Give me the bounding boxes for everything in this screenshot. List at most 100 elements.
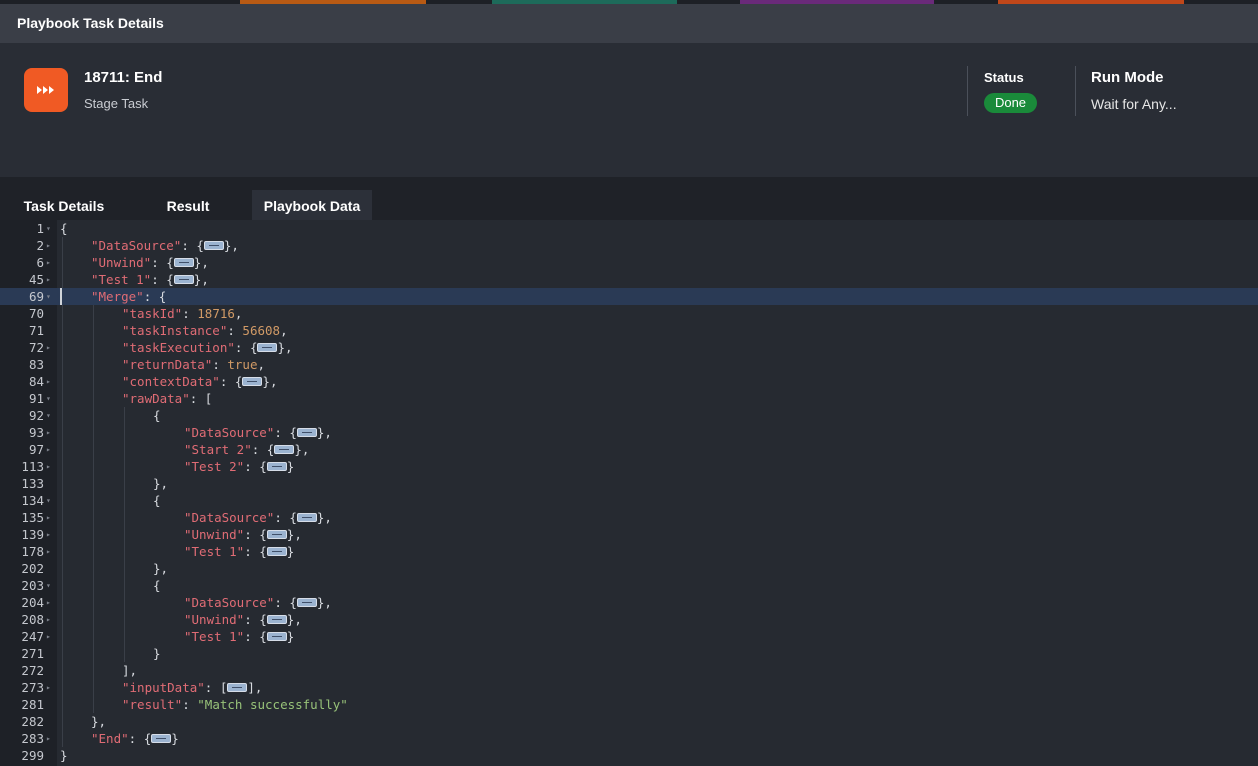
code-line[interactable]: 45 ▸ "Test 1": {}, xyxy=(0,271,1258,288)
fold-closed-icon[interactable]: ▸ xyxy=(46,730,54,747)
fold-closed-icon[interactable]: ▸ xyxy=(46,594,54,611)
code-line[interactable]: 178 ▸ "Test 1": {} xyxy=(0,543,1258,560)
fold-open-icon[interactable]: ▾ xyxy=(46,577,54,594)
code-token: }, xyxy=(286,527,302,542)
code-line[interactable]: 83 "returnData": true, xyxy=(0,356,1258,373)
code-line[interactable]: 2 ▸ "DataSource": {}, xyxy=(0,237,1258,254)
line-number: 204 xyxy=(21,595,44,610)
code-line[interactable]: 271} xyxy=(0,645,1258,662)
code-token: } xyxy=(153,646,161,661)
code-line[interactable]: 282}, xyxy=(0,713,1258,730)
code-line[interactable]: 247 ▸ "Test 1": {} xyxy=(0,628,1258,645)
fold-open-icon[interactable]: ▾ xyxy=(46,288,54,305)
fold-closed-icon[interactable]: ▸ xyxy=(46,373,54,390)
fold-closed-icon[interactable]: ▸ xyxy=(46,458,54,475)
code-line[interactable]: 92 ▾ { xyxy=(0,407,1258,424)
code-token: : { xyxy=(251,442,275,457)
code-line[interactable]: 69 ▾ "Merge": { xyxy=(0,288,1258,305)
code-text: { xyxy=(153,407,161,424)
code-line[interactable]: 135 ▸ "DataSource": {}, xyxy=(0,509,1258,526)
fold-open-icon[interactable]: ▾ xyxy=(46,220,54,237)
code-line[interactable]: 71 "taskInstance": 56608, xyxy=(0,322,1258,339)
task-header: 18711: End Stage Task Status Done Run Mo… xyxy=(0,43,1258,177)
folded-block-widget[interactable] xyxy=(266,462,287,471)
fold-closed-icon[interactable]: ▸ xyxy=(46,611,54,628)
code-line[interactable]: 281 "result": "Match successfully" xyxy=(0,696,1258,713)
code-line[interactable]: 273 ▸ "inputData": [], xyxy=(0,679,1258,696)
code-line[interactable]: 6 ▸ "Unwind": {}, xyxy=(0,254,1258,271)
code-line[interactable]: 203 ▾ { xyxy=(0,577,1258,594)
line-number: 178 xyxy=(21,544,44,559)
folded-block-widget[interactable] xyxy=(266,530,287,539)
fold-closed-icon[interactable]: ▸ xyxy=(46,254,54,271)
folded-block-widget[interactable] xyxy=(173,258,194,267)
fold-closed-icon[interactable]: ▸ xyxy=(46,339,54,356)
folded-block-widget[interactable] xyxy=(266,632,287,641)
code-line[interactable]: 113 ▸ "Test 2": {} xyxy=(0,458,1258,475)
code-line[interactable]: 72 ▸ "taskExecution": {}, xyxy=(0,339,1258,356)
run-mode-label: Run Mode xyxy=(1091,69,1164,86)
folded-block-widget[interactable] xyxy=(242,377,263,386)
code-line[interactable]: 202}, xyxy=(0,560,1258,577)
code-line[interactable]: 1 ▾ { xyxy=(0,220,1258,237)
code-line[interactable]: 91 ▾ "rawData": [ xyxy=(0,390,1258,407)
code-text: "DataSource": {}, xyxy=(184,594,332,611)
task-title: 18711: End xyxy=(84,69,163,86)
tab-result[interactable]: Result xyxy=(154,190,222,220)
code-line[interactable]: 134 ▾ { xyxy=(0,492,1258,509)
code-token: }, xyxy=(294,442,310,457)
fold-closed-icon[interactable]: ▸ xyxy=(46,509,54,526)
code-token: "Unwind" xyxy=(91,255,152,270)
code-token: }, xyxy=(153,476,169,491)
code-token: : { xyxy=(274,510,297,525)
code-line[interactable]: 299} xyxy=(0,747,1258,764)
fold-closed-icon[interactable]: ▸ xyxy=(46,543,54,560)
code-line[interactable]: 139 ▸ "Unwind": {}, xyxy=(0,526,1258,543)
code-token: : { xyxy=(128,731,152,746)
line-number: 134 xyxy=(21,493,44,508)
code-line[interactable]: 204 ▸ "DataSource": {}, xyxy=(0,594,1258,611)
fold-open-icon[interactable]: ▾ xyxy=(46,492,54,509)
line-number: 139 xyxy=(21,527,44,542)
fold-open-icon[interactable]: ▾ xyxy=(46,407,54,424)
line-number: 97 xyxy=(28,442,44,457)
folded-block-widget[interactable] xyxy=(257,343,278,352)
fold-open-icon[interactable]: ▾ xyxy=(46,390,54,407)
code-line[interactable]: 133}, xyxy=(0,475,1258,492)
code-line[interactable]: 84 ▸ "contextData": {}, xyxy=(0,373,1258,390)
code-line[interactable]: 283 ▸ "End": {} xyxy=(0,730,1258,747)
line-number: 6 xyxy=(36,255,44,270)
folded-block-widget[interactable] xyxy=(266,547,287,556)
code-token: } xyxy=(60,748,68,763)
fold-closed-icon[interactable]: ▸ xyxy=(46,679,54,696)
folded-block-widget[interactable] xyxy=(266,615,287,624)
code-text: ], xyxy=(122,662,137,679)
folded-block-widget[interactable] xyxy=(151,734,172,743)
code-text: }, xyxy=(153,560,168,577)
folded-block-widget[interactable] xyxy=(296,428,317,437)
folded-block-widget[interactable] xyxy=(203,241,224,250)
tab-task-details[interactable]: Task Details xyxy=(13,190,115,220)
tab-playbook-data[interactable]: Playbook Data xyxy=(252,190,372,220)
code-text: }, xyxy=(91,713,106,730)
fold-closed-icon[interactable]: ▸ xyxy=(46,237,54,254)
code-token: } xyxy=(286,459,295,474)
code-line[interactable]: 97 ▸ "Start 2": {}, xyxy=(0,441,1258,458)
fold-closed-icon[interactable]: ▸ xyxy=(46,628,54,645)
folded-block-widget[interactable] xyxy=(274,445,295,454)
folded-block-widget[interactable] xyxy=(296,513,317,522)
code-line[interactable]: 93 ▸ "DataSource": {}, xyxy=(0,424,1258,441)
folded-block-widget[interactable] xyxy=(173,275,194,284)
folded-block-widget[interactable] xyxy=(227,683,248,692)
code-line[interactable]: 208 ▸ "Unwind": {}, xyxy=(0,611,1258,628)
code-token: "Unwind" xyxy=(184,612,245,627)
code-token: ], xyxy=(247,680,263,695)
code-line[interactable]: 272], xyxy=(0,662,1258,679)
fold-closed-icon[interactable]: ▸ xyxy=(46,441,54,458)
fold-closed-icon[interactable]: ▸ xyxy=(46,424,54,441)
json-code-editor[interactable]: 1 ▾{2 ▸ "DataSource": {}, 6 ▸ "Unwind": {}, 45 ▸… xyxy=(0,220,1258,766)
folded-block-widget[interactable] xyxy=(296,598,317,607)
fold-closed-icon[interactable]: ▸ xyxy=(46,526,54,543)
fold-closed-icon[interactable]: ▸ xyxy=(46,271,54,288)
code-line[interactable]: 70 "taskId": 18716, xyxy=(0,305,1258,322)
